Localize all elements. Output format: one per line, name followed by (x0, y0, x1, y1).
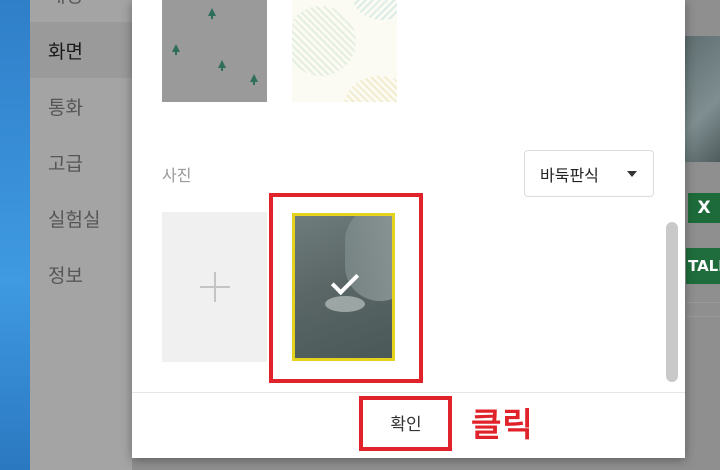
photo-content (325, 296, 365, 312)
background-thumbnail-pastel[interactable] (292, 0, 397, 102)
pastel-circle (352, 0, 397, 20)
talk-icon: TALI (686, 248, 720, 284)
sidebar-item-label: 정보 (48, 264, 83, 287)
sidebar-item-labs[interactable]: 실험실 (30, 190, 132, 246)
caret-down-icon (627, 171, 637, 177)
plus-icon (199, 272, 230, 302)
pastel-circle (292, 6, 356, 76)
tree-icon (208, 8, 216, 19)
background-thumbnail-trees[interactable] (162, 0, 267, 102)
divider (132, 392, 685, 393)
photo-content (345, 216, 392, 301)
sidebar-item-label: 고급 (48, 152, 83, 175)
sidebar-item-advanced[interactable]: 고급 (30, 134, 132, 190)
add-photo-button[interactable] (162, 212, 267, 362)
sidebar-item-theme[interactable]: 배경 (30, 0, 132, 22)
confirm-button[interactable]: 확인 (366, 404, 446, 440)
sidebar-item-display[interactable]: 화면 (30, 22, 132, 78)
sidebar-item-label: 실험실 (48, 208, 101, 231)
sidebar-item-info[interactable]: 정보 (30, 246, 132, 302)
sidebar-item-label: 화면 (48, 40, 83, 63)
scrollbar[interactable] (666, 222, 678, 382)
desktop-background (0, 0, 30, 470)
spreadsheet-grid (686, 290, 720, 330)
excel-icon: X (688, 193, 720, 223)
sidebar-item-label: 통화 (48, 96, 83, 119)
tree-icon (250, 74, 258, 85)
layout-select[interactable]: 바둑판식 (524, 150, 654, 197)
settings-sidebar: 배경 화면 통화 고급 실험실 정보 (30, 0, 132, 470)
background-photo-thumbnail (685, 36, 720, 162)
click-annotation-label: 클릭 (471, 405, 534, 444)
sidebar-item-call[interactable]: 통화 (30, 78, 132, 134)
selected-photo-tile[interactable] (292, 213, 395, 361)
pastel-circle (344, 76, 397, 102)
background-picker-dialog: 사진 바둑판식 확인 (132, 0, 685, 458)
tree-icon (218, 60, 226, 71)
photo-section-label: 사진 (162, 166, 192, 185)
layout-select-value: 바둑판식 (540, 165, 599, 185)
sidebar-item-label: 배경 (48, 0, 83, 8)
tree-icon (172, 44, 180, 55)
